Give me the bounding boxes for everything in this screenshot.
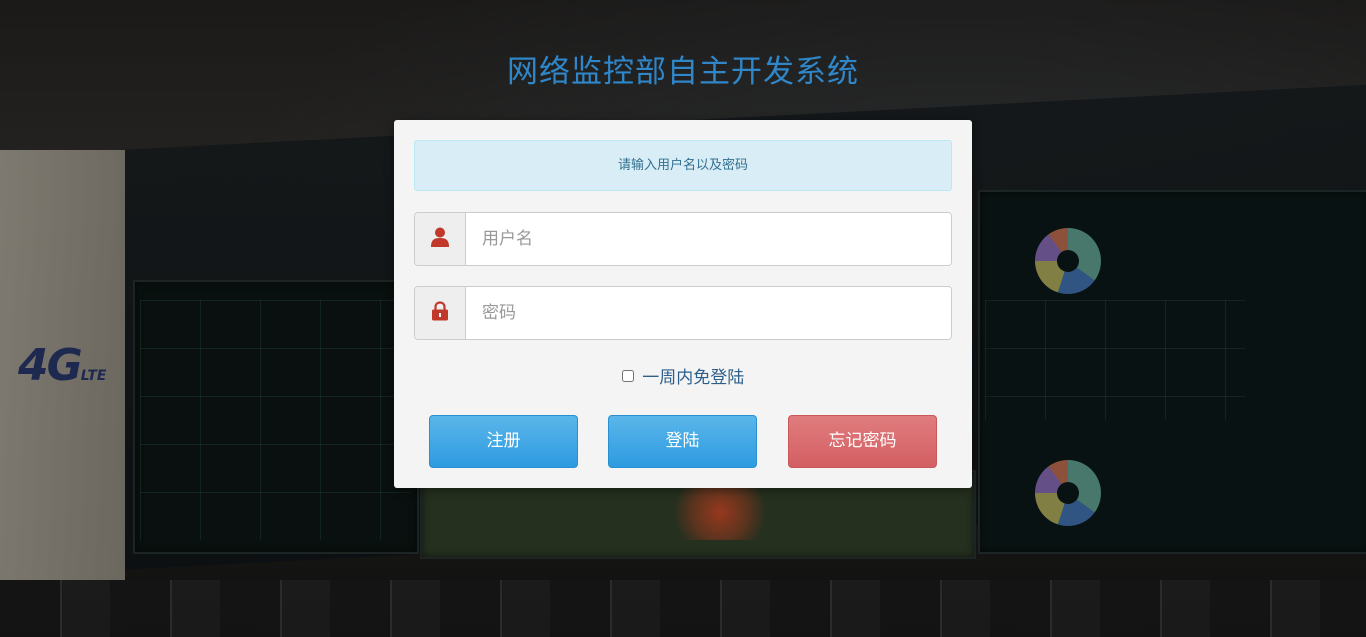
login-panel: 请输入用户名以及密码 一周内免登陆 xyxy=(394,120,972,488)
forgot-password-button[interactable]: 忘记密码 xyxy=(788,415,937,468)
user-icon xyxy=(431,227,449,251)
login-button[interactable]: 登陆 xyxy=(608,415,757,468)
register-button[interactable]: 注册 xyxy=(429,415,578,468)
remember-checkbox[interactable] xyxy=(621,370,634,382)
username-input[interactable] xyxy=(466,213,951,265)
username-addon xyxy=(415,213,466,265)
password-addon xyxy=(415,287,466,339)
username-group xyxy=(414,212,952,266)
remember-label[interactable]: 一周内免登陆 xyxy=(642,368,744,388)
password-group xyxy=(414,286,952,340)
remember-me: 一周内免登陆 xyxy=(394,363,972,388)
page-title: 网络监控部自主开发系统 xyxy=(507,54,859,90)
info-alert: 请输入用户名以及密码 xyxy=(414,140,952,191)
lock-icon xyxy=(431,301,449,325)
password-input[interactable] xyxy=(466,287,951,339)
